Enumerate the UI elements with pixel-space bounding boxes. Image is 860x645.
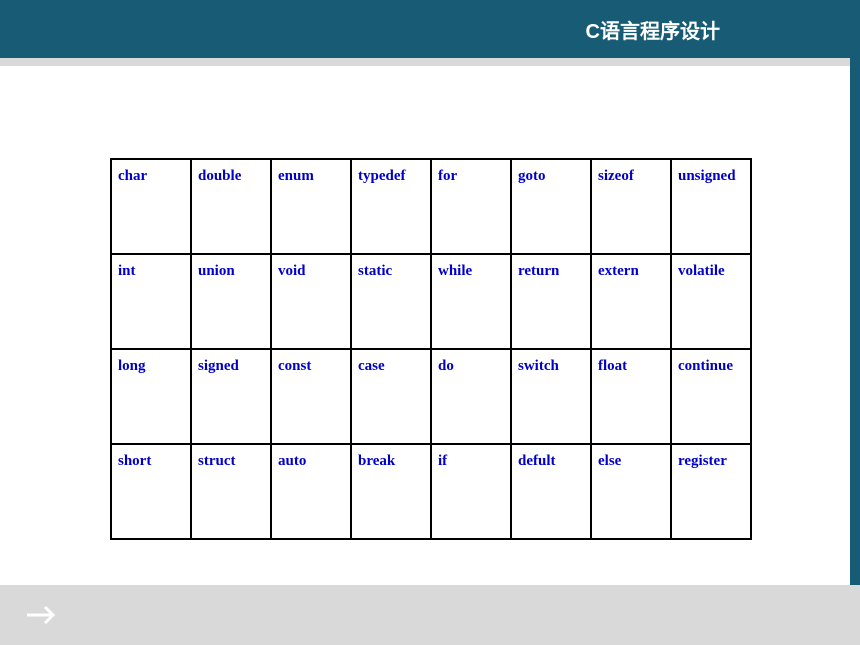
keyword-cell: unsigned [671, 159, 751, 254]
keyword-cell: defult [511, 444, 591, 539]
keyword-cell: short [111, 444, 191, 539]
keyword-cell: double [191, 159, 271, 254]
keyword-cell: int [111, 254, 191, 349]
keyword-cell: else [591, 444, 671, 539]
keyword-cell: char [111, 159, 191, 254]
right-stripe [850, 58, 860, 645]
table-row: intunionvoidstaticwhilereturnexternvolat… [111, 254, 751, 349]
keyword-cell: do [431, 349, 511, 444]
keyword-cell: break [351, 444, 431, 539]
keyword-cell: void [271, 254, 351, 349]
table-row: chardoubleenumtypedefforgotosizeofunsign… [111, 159, 751, 254]
keyword-cell: register [671, 444, 751, 539]
keyword-cell: volatile [671, 254, 751, 349]
keyword-cell: return [511, 254, 591, 349]
keyword-cell: for [431, 159, 511, 254]
keyword-cell: auto [271, 444, 351, 539]
keyword-cell: case [351, 349, 431, 444]
keyword-cell: if [431, 444, 511, 539]
keyword-cell: extern [591, 254, 671, 349]
table-row: shortstructautobreakifdefultelseregister [111, 444, 751, 539]
keywords-table: chardoubleenumtypedefforgotosizeofunsign… [110, 158, 752, 540]
keyword-cell: static [351, 254, 431, 349]
arrow-right-icon [25, 603, 57, 627]
keyword-cell: struct [191, 444, 271, 539]
keyword-cell: while [431, 254, 511, 349]
keyword-cell: long [111, 349, 191, 444]
keyword-cell: continue [671, 349, 751, 444]
bottom-bar [0, 585, 860, 645]
page-title: C语言程序设计 [586, 15, 720, 44]
keyword-cell: float [591, 349, 671, 444]
header-bar: C语言程序设计 [0, 0, 860, 58]
keyword-cell: union [191, 254, 271, 349]
keywords-table-container: chardoubleenumtypedefforgotosizeofunsign… [110, 158, 752, 540]
keyword-cell: goto [511, 159, 591, 254]
keyword-cell: const [271, 349, 351, 444]
header-shadow [0, 58, 860, 66]
keyword-cell: sizeof [591, 159, 671, 254]
keyword-cell: enum [271, 159, 351, 254]
table-row: longsignedconstcasedoswitchfloatcontinue [111, 349, 751, 444]
keyword-cell: typedef [351, 159, 431, 254]
keyword-cell: signed [191, 349, 271, 444]
keyword-cell: switch [511, 349, 591, 444]
